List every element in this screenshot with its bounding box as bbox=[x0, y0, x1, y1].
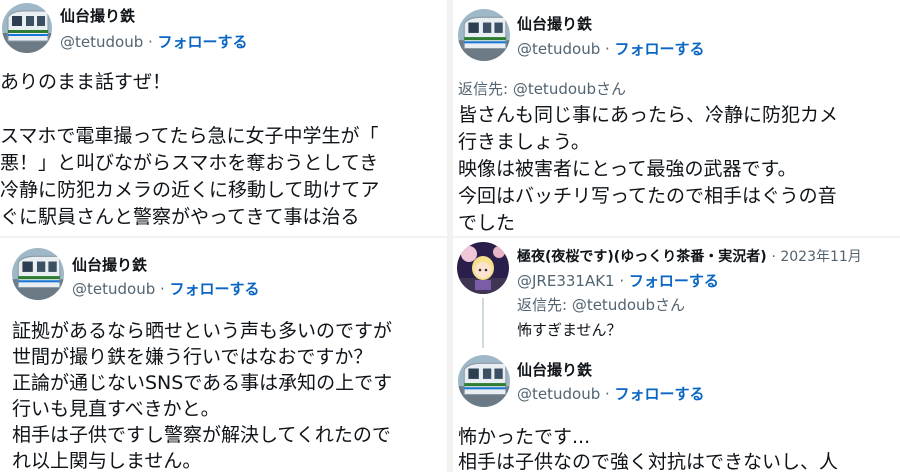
train-avatar-icon[interactable] bbox=[12, 248, 64, 300]
handle-line: @JRE331AK1 · フォローする bbox=[517, 272, 719, 290]
tweet-line: 悪！」と叫びながらスマホを奪おうとしてき bbox=[0, 152, 379, 174]
handle-line: @tetudoub · フォローする bbox=[517, 40, 705, 58]
follow-button[interactable]: フォローする bbox=[170, 280, 260, 298]
train-avatar-icon[interactable] bbox=[458, 355, 510, 407]
tweet-line: スマホで電車撮ってたら急に女子中学生が「 bbox=[0, 125, 379, 147]
anime-avatar-icon[interactable] bbox=[457, 242, 509, 294]
tweet-line: 正論が通じないSNSである事は承知の上です bbox=[12, 372, 393, 394]
reply-panel: 極夜(夜桜です)(ゆっくり茶番・実況者) · 2023年11月 @JRE331A… bbox=[453, 238, 900, 348]
author-handle[interactable]: @tetudoub bbox=[517, 40, 600, 58]
tweet-panel-1: 仙台撮り鉄 @tetudoub · フォローする ありのまま話すぜ！ スマホで電… bbox=[0, 0, 447, 236]
tweet-line: 相手は子供なので強く対抗はできないし、人 bbox=[458, 451, 839, 472]
follow-button[interactable]: フォローする bbox=[615, 40, 705, 58]
tweet-line: ぐに駅員さんと警察がやってきて事は治る bbox=[0, 206, 360, 228]
reply-to[interactable]: 返信先: @tetudoubさん bbox=[458, 78, 626, 99]
tweet-line: 今回はバッチリ写ってたので相手はぐうの音 bbox=[458, 185, 837, 207]
follow-button[interactable]: フォローする bbox=[615, 385, 705, 403]
author-name[interactable]: 仙台撮り鉄 bbox=[60, 5, 135, 26]
tweet-line: 世間が撮り鉄を嫌う行いではなおですか？ bbox=[12, 346, 373, 368]
follow-button[interactable]: フォローする bbox=[158, 33, 248, 51]
author-name[interactable]: 仙台撮り鉄 bbox=[517, 359, 592, 380]
author-name[interactable]: 仙台撮り鉄 bbox=[517, 13, 592, 34]
author-name[interactable]: 仙台撮り鉄 bbox=[72, 254, 147, 275]
tweet-panel-3: 仙台撮り鉄 @tetudoub · フォローする 返信先: @tetudoubさ… bbox=[453, 0, 900, 236]
train-avatar-icon[interactable] bbox=[458, 9, 510, 61]
tweet-line: 行きましょう。 bbox=[458, 131, 590, 153]
handle-line: @tetudoub · フォローする bbox=[72, 280, 260, 298]
handle-line: @tetudoub · フォローする bbox=[517, 385, 705, 403]
tweet-line: 証拠があるなら晒せという声も多いのですが bbox=[12, 320, 393, 342]
tweet-line: でした bbox=[458, 212, 516, 234]
author-handle[interactable]: @JRE331AK1 bbox=[517, 272, 615, 290]
handle-line: @tetudoub · フォローする bbox=[60, 33, 248, 51]
author-handle[interactable]: @tetudoub bbox=[60, 33, 143, 51]
tweet-line: 映像は被害者にとって最強の武器です。 bbox=[458, 158, 797, 180]
tweet-line: れ以上関与しません。 bbox=[12, 450, 202, 472]
tweet-line: 怖すぎません？ bbox=[517, 321, 622, 339]
reply-to[interactable]: 返信先: @tetudoubさん bbox=[517, 294, 685, 315]
train-avatar-icon[interactable] bbox=[2, 3, 52, 53]
author-name: 極夜(夜桜です)(ゆっくり茶番・実況者) · 2023年11月 bbox=[517, 246, 862, 266]
tweet-panel-2: 仙台撮り鉄 @tetudoub · フォローする 証拠があるなら晒せという声も多… bbox=[0, 238, 447, 472]
author-name-text[interactable]: 極夜(夜桜です)(ゆっくり茶番・実況者) bbox=[517, 249, 767, 265]
author-handle[interactable]: @tetudoub bbox=[72, 280, 155, 298]
follow-button[interactable]: フォローする bbox=[629, 272, 719, 290]
tweet-line: 皆さんも同じ事にあったら、冷静に防犯カメ bbox=[458, 104, 839, 126]
thread-line bbox=[482, 298, 484, 348]
tweet-line: 相手は子供ですし警察が解決してくれたので bbox=[12, 424, 391, 446]
tweet-line: 行いも見直すべきかと。 bbox=[12, 398, 220, 420]
tweet-panel-5: 仙台撮り鉄 @tetudoub · フォローする 怖かったです... 相手は子供… bbox=[453, 348, 900, 472]
tweet-date[interactable]: · 2023年11月 bbox=[771, 249, 861, 265]
tweet-line: 怖かったです... bbox=[458, 426, 591, 448]
tweet-line: 冷静に防犯カメラの近くに移動して助けてア bbox=[0, 179, 380, 201]
tweet-line: ありのまま話すぜ！ bbox=[0, 71, 172, 93]
author-handle[interactable]: @tetudoub bbox=[517, 385, 600, 403]
